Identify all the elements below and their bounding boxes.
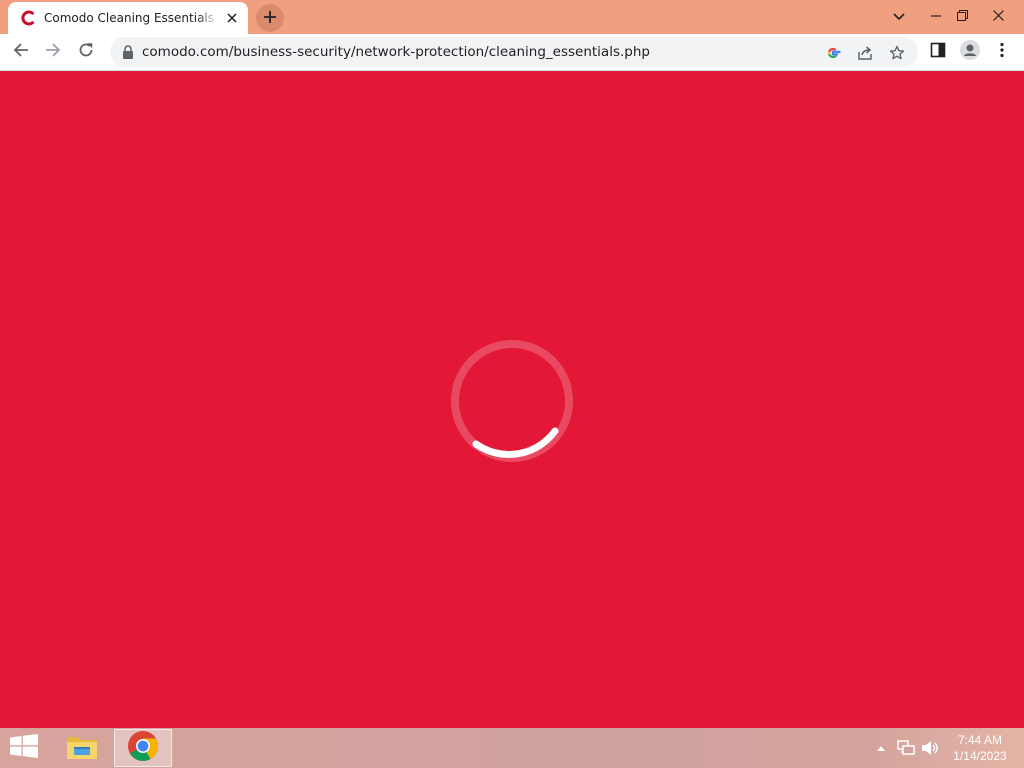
start-button[interactable]: [0, 729, 48, 767]
arrow-right-icon: [45, 42, 61, 62]
star-icon[interactable]: [888, 44, 906, 62]
google-icon[interactable]: [824, 44, 842, 62]
taskbar-chrome[interactable]: [114, 729, 172, 767]
restore-button[interactable]: [944, 0, 980, 30]
lock-icon[interactable]: [120, 44, 136, 60]
arrow-left-icon: [13, 42, 29, 62]
volume-icon[interactable]: [920, 738, 940, 758]
kebab-menu-icon: [1000, 42, 1004, 62]
close-icon[interactable]: [224, 10, 240, 26]
page-content: [0, 71, 1024, 728]
comodo-c-icon: [20, 10, 36, 26]
clock-date: 1/14/2023: [953, 749, 1007, 763]
close-icon: [992, 6, 1004, 25]
network-icon[interactable]: [896, 738, 916, 758]
plus-icon: [263, 9, 277, 28]
file-explorer-icon: [65, 731, 99, 765]
tab-strip: Comodo Cleaning Essentials | Do: [0, 0, 1024, 34]
forward-button[interactable]: [38, 37, 68, 67]
menu-button[interactable]: [987, 37, 1017, 67]
taskbar: 7:44 AM 1/14/2023: [0, 728, 1024, 768]
url-text[interactable]: comodo.com/business-security/network-pro…: [142, 44, 650, 60]
clock-time: 7:44 AM: [957, 733, 1003, 747]
chrome-icon: [127, 730, 159, 766]
taskbar-file-explorer[interactable]: [58, 729, 106, 767]
profile-button[interactable]: [955, 37, 985, 67]
back-button[interactable]: [6, 37, 36, 67]
tab-search-button[interactable]: [881, 0, 917, 30]
profile-icon: [960, 40, 980, 64]
side-panel-button[interactable]: [923, 37, 953, 67]
new-tab-button[interactable]: [256, 4, 284, 32]
share-icon[interactable]: [856, 44, 874, 62]
side-panel-icon: [930, 42, 946, 62]
system-clock[interactable]: 7:44 AM 1/14/2023: [944, 732, 1016, 764]
tab-title: Comodo Cleaning Essentials | Do: [44, 11, 218, 25]
loading-spinner-icon: [450, 339, 574, 463]
show-hidden-icons-chevron[interactable]: [874, 738, 888, 758]
minimize-icon: [931, 6, 941, 25]
close-window-button[interactable]: [980, 0, 1016, 30]
address-bar[interactable]: comodo.com/business-security/network-pro…: [110, 37, 918, 67]
restore-icon: [956, 6, 968, 25]
browser-toolbar: comodo.com/business-security/network-pro…: [0, 34, 1024, 71]
reload-button[interactable]: [71, 37, 101, 67]
windows-start-icon: [10, 734, 38, 762]
browser-tab[interactable]: Comodo Cleaning Essentials | Do: [8, 2, 248, 34]
reload-icon: [78, 42, 94, 62]
chevron-down-icon: [893, 6, 905, 25]
